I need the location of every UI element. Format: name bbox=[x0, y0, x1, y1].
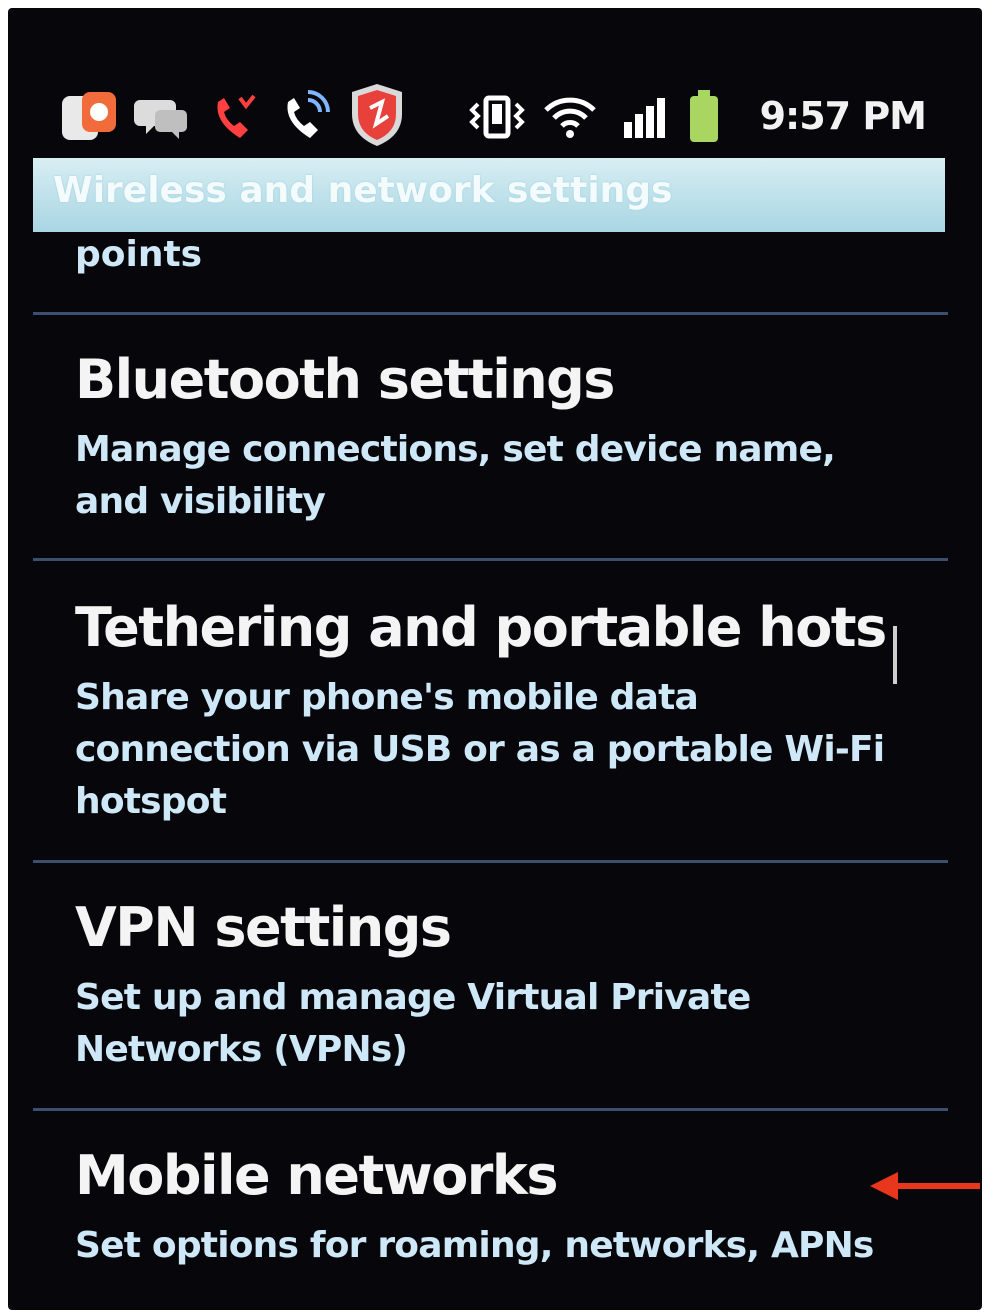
item-summary: Set options for roaming, networks, APNs bbox=[75, 1225, 874, 1266]
vibrate-icon bbox=[469, 95, 525, 139]
signal-icon bbox=[624, 98, 665, 138]
wifi-icon bbox=[544, 97, 596, 138]
divider bbox=[33, 1108, 948, 1111]
item-summary: Share your phone's mobile data connectio… bbox=[75, 677, 885, 822]
partial-item-summary: points bbox=[75, 234, 203, 275]
title-bar: Wireless and network settings bbox=[33, 158, 945, 232]
divider bbox=[33, 312, 948, 315]
item-title: Bluetooth settings bbox=[75, 348, 615, 411]
battery-icon bbox=[690, 90, 718, 142]
status-time: 9:57 PM bbox=[759, 94, 927, 138]
list-item-bluetooth-settings[interactable]: Bluetooth settings Manage connections, s… bbox=[33, 348, 948, 548]
page-title: Wireless and network settings bbox=[53, 170, 673, 211]
divider bbox=[33, 860, 948, 863]
security-shield-icon bbox=[352, 84, 402, 146]
list-item-vpn-settings[interactable]: VPN settings Set up and manage Virtual P… bbox=[33, 896, 948, 1096]
notification-app-icon bbox=[62, 92, 116, 140]
item-title: VPN settings bbox=[75, 896, 452, 959]
chat-icon bbox=[134, 100, 187, 139]
missed-call-icon bbox=[217, 94, 256, 138]
item-summary: Manage connections, set device name, and… bbox=[75, 429, 836, 522]
call-icon bbox=[287, 90, 330, 138]
text-caret bbox=[893, 626, 897, 684]
list-item-tethering-hotspot[interactable]: Tethering and portable hots Share your p… bbox=[33, 596, 948, 856]
item-title: Mobile networks bbox=[75, 1144, 558, 1207]
annotation-arrow-icon bbox=[870, 1172, 980, 1200]
list-item-mobile-networks[interactable]: Mobile networks Set options for roaming,… bbox=[33, 1144, 948, 1304]
item-summary: Set up and manage Virtual Private Networ… bbox=[75, 977, 751, 1070]
divider bbox=[33, 558, 948, 561]
status-bar: 9:57 PM bbox=[58, 80, 938, 158]
phone-screen: 9:57 PM Wireless and network settings po… bbox=[8, 8, 982, 1310]
item-title: Tethering and portable hots bbox=[75, 596, 887, 659]
